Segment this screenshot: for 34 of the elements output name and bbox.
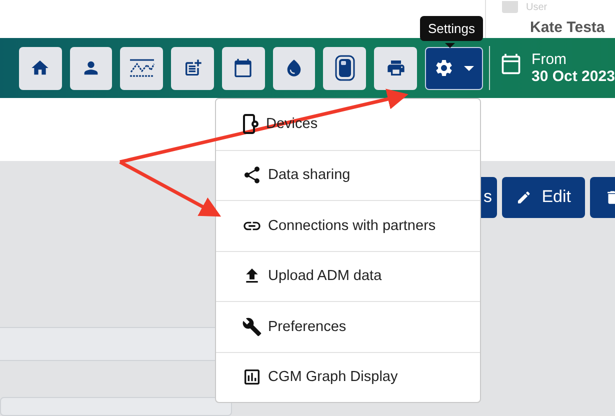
menu-item[interactable]: Upload ADM data xyxy=(216,250,480,301)
menu-item[interactable]: Connections with partners xyxy=(216,200,480,250)
calendar-icon xyxy=(233,58,254,78)
edit-button[interactable]: Edit xyxy=(502,176,585,218)
printer-icon xyxy=(386,58,406,78)
toolbar-button[interactable] xyxy=(120,46,164,90)
toolbar-button[interactable] xyxy=(374,46,417,90)
settings-button[interactable] xyxy=(424,46,483,90)
pencil-icon xyxy=(516,188,532,206)
settings-icon xyxy=(434,58,454,78)
toolbar-button[interactable] xyxy=(171,46,214,90)
toolbar-button[interactable] xyxy=(70,46,112,90)
input-field[interactable] xyxy=(0,396,232,416)
toolbar-button[interactable] xyxy=(272,46,316,90)
share-icon xyxy=(242,165,262,186)
note-add-icon xyxy=(182,58,203,78)
user-icon xyxy=(502,1,518,13)
toolbar-button[interactable] xyxy=(222,46,265,90)
toolbar-button[interactable] xyxy=(19,46,62,90)
menu-item[interactable]: Data sharing xyxy=(216,150,480,200)
tooltip-pointer xyxy=(445,43,455,48)
phone-gear-icon xyxy=(242,114,260,134)
toolbar-button[interactable] xyxy=(323,46,366,90)
bar-chart-icon xyxy=(242,367,262,388)
tooltip: Settings xyxy=(420,16,483,41)
wave-graph-icon xyxy=(128,58,155,78)
user-name: Kate Testa xyxy=(529,19,606,36)
menu-item[interactable]: CGM Graph Display xyxy=(216,352,480,402)
date-value: 30 Oct 2023 xyxy=(532,68,615,86)
date-label: From xyxy=(532,51,568,68)
menu-item[interactable]: Preferences xyxy=(216,301,480,352)
calendar-icon xyxy=(500,53,522,76)
device-icon xyxy=(334,55,355,82)
wrench-icon xyxy=(242,316,262,337)
